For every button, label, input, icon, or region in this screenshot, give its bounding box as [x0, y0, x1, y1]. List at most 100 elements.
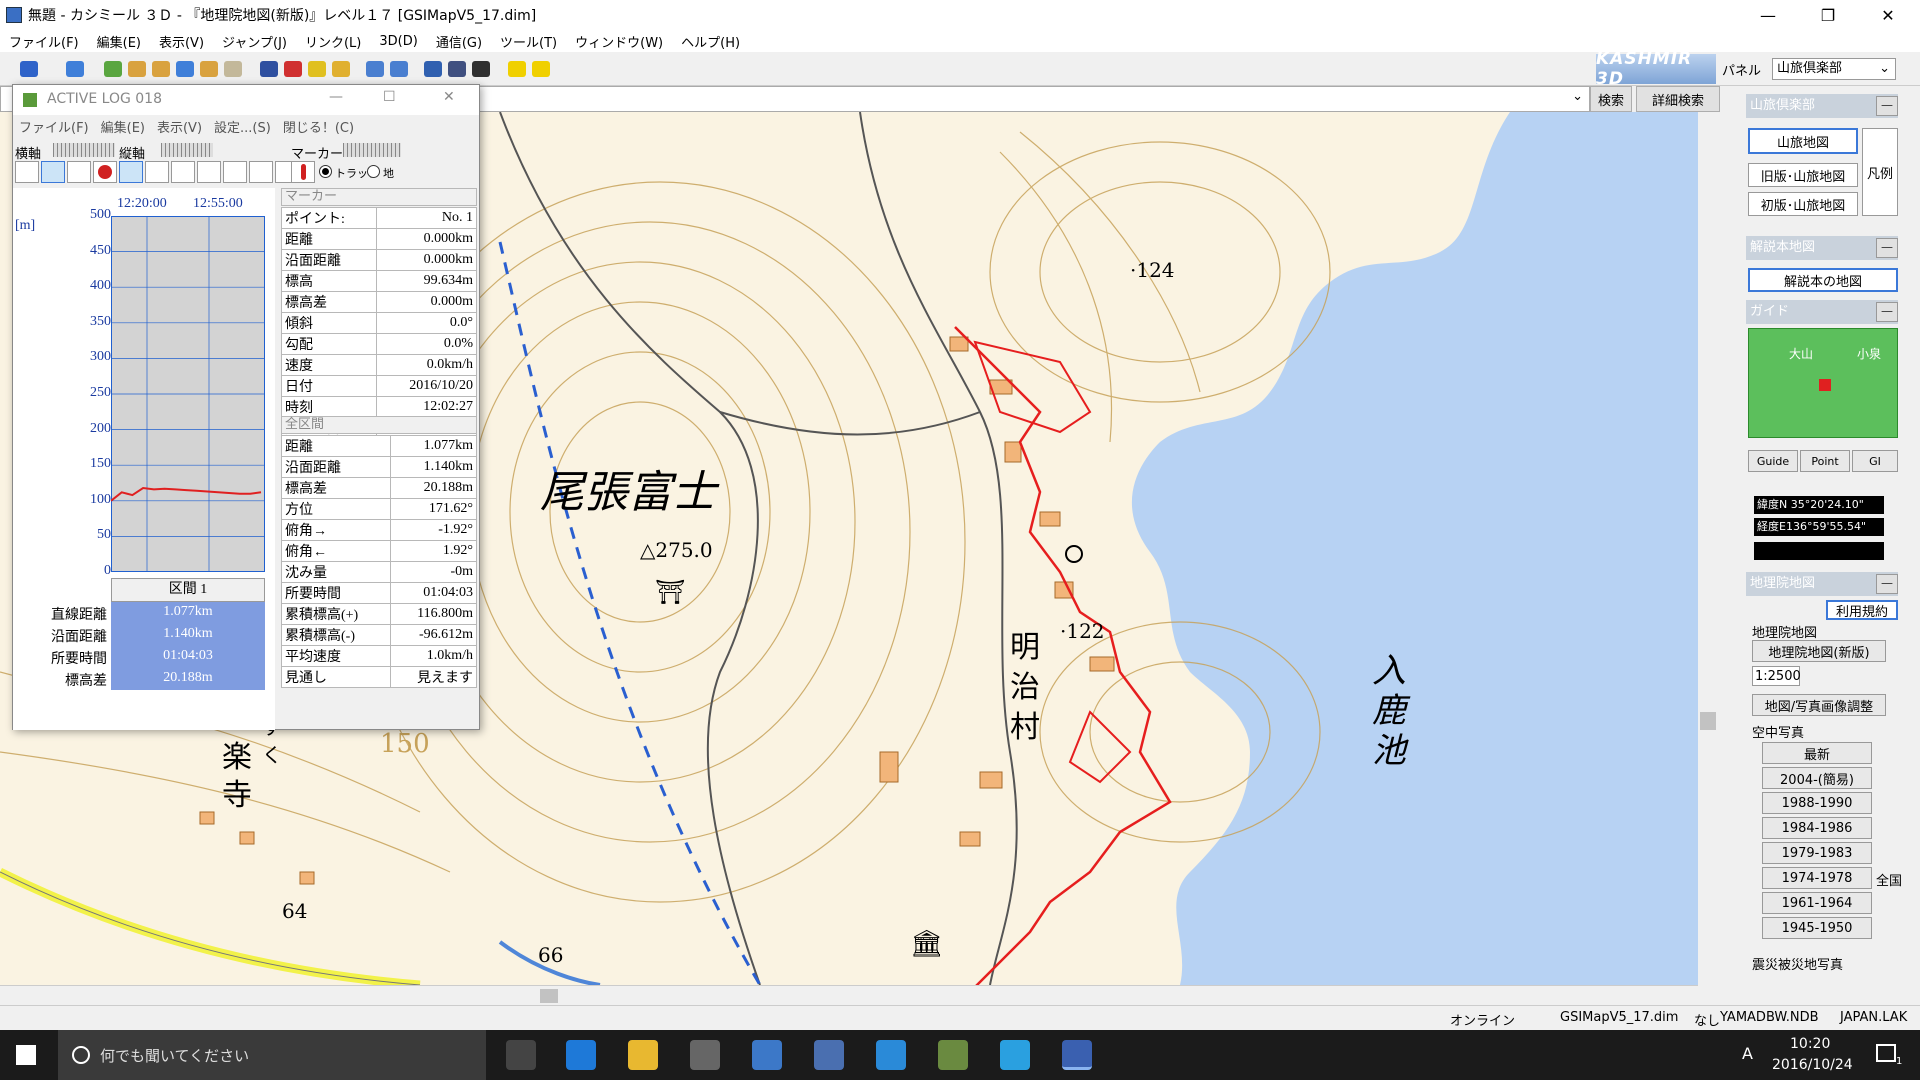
- app-icon[interactable]: [752, 1040, 782, 1070]
- map2-icon[interactable]: [128, 61, 146, 77]
- detail-search-button[interactable]: 詳細検索: [1636, 86, 1720, 112]
- distance-axis-icon[interactable]: [15, 161, 39, 183]
- panel-select[interactable]: 山旅倶楽部 ⌄: [1772, 58, 1896, 80]
- slope-icon[interactable]: [223, 161, 247, 183]
- cloud-icon[interactable]: [171, 161, 195, 183]
- minimize-button[interactable]: —: [1740, 0, 1796, 30]
- cortana-search[interactable]: 何でも聞いてください: [58, 1030, 486, 1080]
- marker-slider[interactable]: [343, 143, 401, 157]
- clock-date[interactable]: 2016/10/24: [1772, 1057, 1853, 1073]
- log-menu-view[interactable]: 表示(V): [151, 117, 208, 136]
- map5-icon[interactable]: [200, 61, 218, 77]
- sign-icon[interactable]: [532, 61, 550, 77]
- year-button[interactable]: 1979-1983: [1762, 842, 1872, 864]
- year-button[interactable]: 1945-1950: [1762, 917, 1872, 939]
- guide-tab[interactable]: Guide: [1748, 450, 1798, 472]
- minimize-section-button[interactable]: —: [1876, 96, 1898, 116]
- scale-field[interactable]: 1:2500: [1752, 666, 1801, 686]
- log-menu-edit[interactable]: 編集(E): [95, 117, 151, 136]
- horizontal-scrollbar[interactable]: [0, 985, 1698, 1005]
- yamatabi-map-button[interactable]: 山旅地図: [1748, 128, 1858, 154]
- hand-icon[interactable]: [249, 161, 273, 183]
- explorer-icon[interactable]: [628, 1040, 658, 1070]
- minimize-section-button[interactable]: —: [1876, 574, 1898, 594]
- windows-start-icon[interactable]: [16, 1045, 36, 1065]
- device-icon[interactable]: [472, 61, 490, 77]
- menu-comm[interactable]: 通信(G): [427, 32, 491, 51]
- notification-icon[interactable]: [1876, 1044, 1896, 1062]
- shohan-map-button[interactable]: 初版･山旅地図: [1748, 192, 1858, 216]
- image-adjust-button[interactable]: 地図/写真画像調整: [1752, 694, 1886, 716]
- map3-icon[interactable]: [152, 61, 170, 77]
- back-icon[interactable]: [366, 61, 384, 77]
- log-maximize-button[interactable]: ☐: [383, 89, 396, 105]
- calc-icon[interactable]: [448, 61, 466, 77]
- skype-icon[interactable]: [1000, 1040, 1030, 1070]
- elevation-icon[interactable]: [119, 161, 143, 183]
- layer-icon[interactable]: [66, 61, 84, 77]
- app-icon[interactable]: [938, 1040, 968, 1070]
- year-button[interactable]: 2004-(簡易): [1762, 767, 1872, 789]
- forward-icon[interactable]: [390, 61, 408, 77]
- jump-icon[interactable]: [20, 61, 38, 77]
- log-minimize-button[interactable]: —: [329, 89, 343, 105]
- clock-time[interactable]: 10:20: [1790, 1036, 1830, 1052]
- gi-tab[interactable]: GI: [1852, 450, 1898, 472]
- menu-window[interactable]: ウィンドウ(W): [566, 32, 672, 51]
- log-menu-settings[interactable]: 設定...(S): [208, 117, 277, 136]
- edge-icon[interactable]: [566, 1040, 596, 1070]
- year-button[interactable]: 1984-1986: [1762, 817, 1872, 839]
- close-button[interactable]: ✕: [1860, 0, 1916, 30]
- ime-indicator[interactable]: A: [1742, 1044, 1753, 1063]
- binoculars-icon[interactable]: [260, 61, 278, 77]
- flat-icon[interactable]: [145, 161, 169, 183]
- maximize-button[interactable]: ❐: [1800, 0, 1856, 30]
- year-button[interactable]: 1974-1978: [1762, 867, 1872, 889]
- terms-button[interactable]: 利用規約: [1826, 600, 1898, 620]
- app-icon[interactable]: [814, 1040, 844, 1070]
- legend-button[interactable]: 凡例: [1862, 128, 1898, 216]
- map-icon[interactable]: [104, 61, 122, 77]
- thermometer-icon[interactable]: [291, 161, 315, 183]
- pencil-icon[interactable]: [332, 61, 350, 77]
- menu-jump[interactable]: ジャンプ(J): [213, 32, 296, 51]
- chi-radio[interactable]: [367, 165, 380, 178]
- menu-link[interactable]: リンク(L): [296, 32, 370, 51]
- vertical-scrollbar[interactable]: [1698, 112, 1718, 985]
- chiriin-new-button[interactable]: 地理院地図(新版): [1752, 640, 1886, 662]
- log-menu-file[interactable]: ファイル(F): [13, 117, 95, 136]
- kyuhan-map-button[interactable]: 旧版･山旅地図: [1748, 163, 1858, 187]
- tag-icon[interactable]: [308, 61, 326, 77]
- time-axis-icon[interactable]: [41, 161, 65, 183]
- menu-tools[interactable]: ツール(T): [491, 32, 566, 51]
- menu-edit[interactable]: 編集(E): [88, 32, 150, 51]
- kashmir-taskbar-icon[interactable]: [1062, 1040, 1092, 1070]
- track-radio[interactable]: [319, 165, 332, 178]
- year-button[interactable]: 最新: [1762, 742, 1872, 764]
- log-menu-close[interactable]: 閉じる！(C): [277, 117, 360, 136]
- x-axis-slider[interactable]: [53, 143, 115, 157]
- year-button[interactable]: 1961-1964: [1762, 892, 1872, 914]
- pie-icon[interactable]: [93, 161, 117, 183]
- help-icon[interactable]: [508, 61, 526, 77]
- point-tab[interactable]: Point: [1800, 450, 1850, 472]
- globe-icon[interactable]: [424, 61, 442, 77]
- marker-icon[interactable]: [284, 61, 302, 77]
- guide-minimap[interactable]: 大山 小泉: [1748, 328, 1898, 438]
- menu-3d[interactable]: 3D(D): [370, 34, 426, 49]
- store-icon[interactable]: [690, 1040, 720, 1070]
- search-button[interactable]: 検索: [1590, 86, 1632, 112]
- map6-icon[interactable]: [224, 61, 242, 77]
- clock-icon[interactable]: [67, 161, 91, 183]
- minimize-section-button[interactable]: —: [1876, 238, 1898, 258]
- ie-icon[interactable]: [876, 1040, 906, 1070]
- menu-help[interactable]: ヘルプ(H): [672, 32, 749, 51]
- kaisetsu-map-button[interactable]: 解説本の地図: [1748, 268, 1898, 292]
- curve-icon[interactable]: [197, 161, 221, 183]
- menu-file[interactable]: ファイル(F): [0, 32, 88, 51]
- log-close-button[interactable]: ✕: [443, 89, 455, 105]
- scroll-thumb[interactable]: [1700, 712, 1716, 730]
- year-button[interactable]: 1988-1990: [1762, 792, 1872, 814]
- map4-icon[interactable]: [176, 61, 194, 77]
- menu-view[interactable]: 表示(V): [150, 32, 213, 51]
